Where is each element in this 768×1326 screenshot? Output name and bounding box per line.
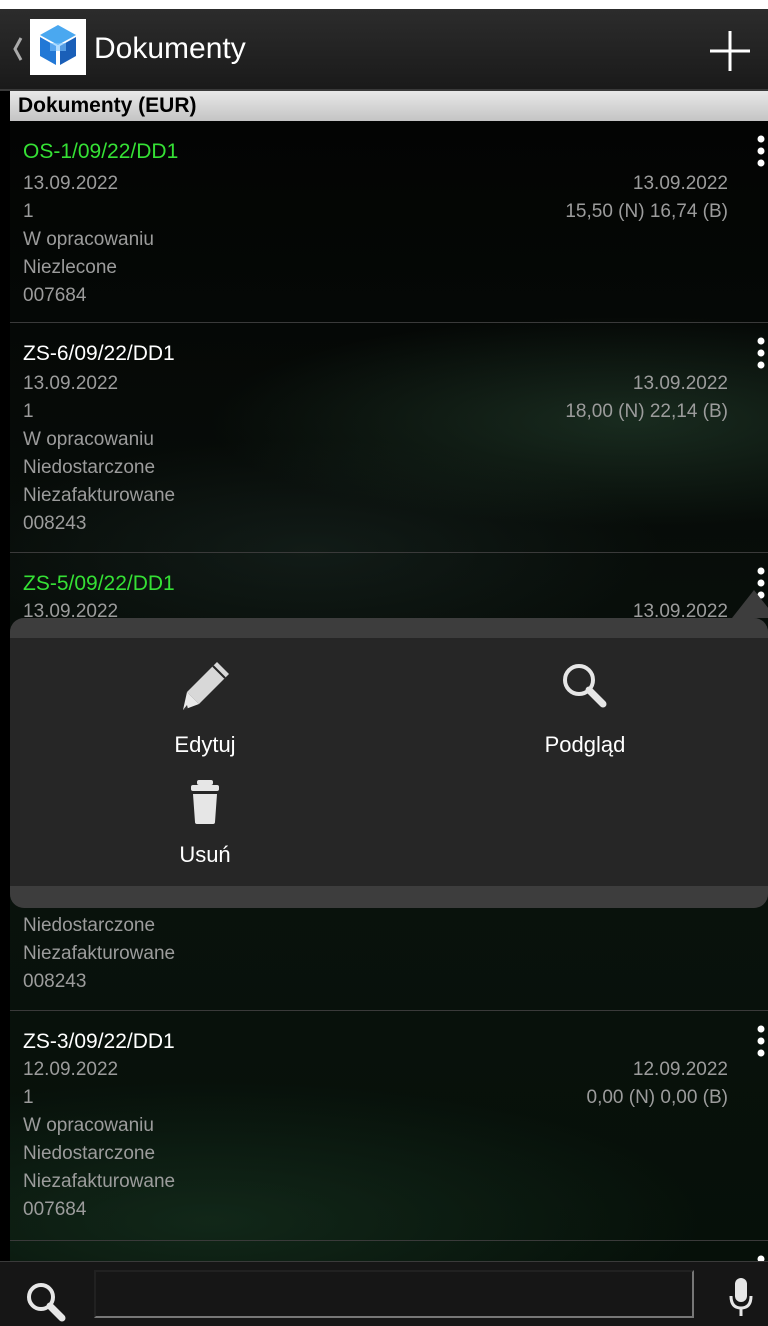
edit-label: Edytuj	[174, 732, 236, 757]
document-item[interactable]	[10, 1241, 768, 1261]
document-code: 008243	[23, 513, 87, 534]
app-logo	[30, 19, 86, 75]
context-menu: Edytuj Podgląd Usuń	[10, 618, 768, 908]
document-invoice-status: Niezafakturowane	[23, 943, 176, 964]
section-header: Dokumenty (EUR)	[10, 91, 768, 121]
document-qty: 1	[23, 1087, 34, 1108]
document-number: ZS-6/09/22/DD1	[23, 342, 175, 365]
more-options-icon[interactable]	[756, 337, 766, 369]
document-delivery-status: Niedostarczone	[23, 457, 156, 478]
document-item[interactable]: ZS-3/09/22/DD1 12.09.2022 12.09.2022 1 0…	[10, 1011, 768, 1241]
magnifier-icon	[563, 664, 607, 708]
delete-label: Usuń	[179, 842, 231, 867]
document-status: W opracowaniu	[23, 1115, 154, 1136]
status-strip	[0, 0, 768, 9]
more-options-icon[interactable]	[756, 1025, 766, 1057]
add-button[interactable]	[706, 27, 754, 75]
microphone-icon[interactable]	[728, 1276, 754, 1320]
document-status: W opracowaniu	[23, 229, 154, 250]
search-input[interactable]	[94, 1270, 694, 1318]
more-options-icon[interactable]	[756, 135, 766, 167]
document-amounts: 0,00 (N) 0,00 (B)	[586, 1087, 729, 1108]
document-delivery-status: Niedostarczone	[23, 1143, 156, 1164]
preview-label: Podgląd	[544, 732, 626, 757]
document-number: ZS-5/09/22/DD1	[23, 572, 175, 595]
pencil-icon	[183, 662, 229, 710]
document-date: 12.09.2022	[23, 1059, 119, 1080]
document-amounts: 15,50 (N) 16,74 (B)	[565, 201, 728, 222]
trash-icon	[191, 780, 219, 824]
search-bar	[0, 1261, 768, 1326]
context-menu-top-edge	[10, 618, 768, 638]
document-date-right: 13.09.2022	[632, 373, 728, 394]
document-code: 008243	[23, 971, 87, 992]
document-item[interactable]: ZS-6/09/22/DD1 13.09.2022 13.09.2022 1 1…	[10, 323, 768, 553]
document-code: 007684	[23, 285, 87, 306]
document-order-status: Niezlecone	[23, 257, 117, 278]
document-item[interactable]: OS-1/09/22/DD1 13.09.2022 13.09.2022 1 1…	[10, 121, 768, 323]
document-number: OS-1/09/22/DD1	[23, 140, 179, 163]
app-bar: Dokumenty	[0, 9, 768, 91]
document-date-right: 12.09.2022	[632, 1059, 728, 1080]
edit-button[interactable]: Edytuj	[130, 658, 280, 758]
context-menu-bottom-edge	[10, 886, 768, 908]
context-menu-arrow	[732, 590, 768, 618]
document-invoice-status: Niezafakturowane	[23, 485, 176, 506]
document-code: 007684	[23, 1199, 87, 1220]
search-icon[interactable]	[24, 1280, 68, 1324]
document-date-right: 13.09.2022	[632, 173, 728, 194]
document-qty: 1	[23, 401, 34, 422]
document-number: ZS-3/09/22/DD1	[23, 1030, 175, 1053]
delete-button[interactable]: Usuń	[130, 778, 280, 868]
document-delivery-status: Niedostarczone	[23, 915, 156, 936]
page-title: Dokumenty	[94, 32, 246, 65]
document-date: 13.09.2022	[23, 373, 119, 394]
document-date: 13.09.2022	[23, 173, 119, 194]
document-qty: 1	[23, 201, 34, 222]
back-chevron-icon[interactable]	[13, 35, 23, 63]
preview-button[interactable]: Podgląd	[510, 658, 660, 758]
document-amounts: 18,00 (N) 22,14 (B)	[565, 401, 728, 422]
document-invoice-status: Niezafakturowane	[23, 1171, 176, 1192]
document-status: W opracowaniu	[23, 429, 154, 450]
